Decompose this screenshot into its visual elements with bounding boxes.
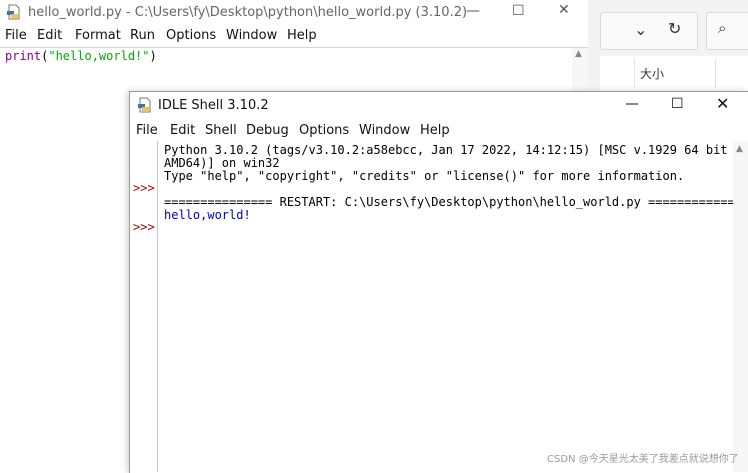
minimize-icon[interactable]: —	[466, 3, 480, 19]
explorer-search-box[interactable]	[706, 12, 748, 50]
paren-token: )	[149, 49, 157, 63]
menu-window[interactable]: Window	[226, 28, 277, 43]
string-token: "hello,world!"	[48, 49, 150, 63]
shell-line: Python 3.10.2 (tags/v3.10.2:a58ebcc, Jan…	[164, 143, 742, 157]
close-icon[interactable]: ✕	[716, 94, 729, 113]
shell-line: Type "help", "copyright", "credits" or "…	[164, 169, 685, 183]
scroll-up-arrow-icon[interactable]: ▲	[736, 144, 743, 154]
menu-file[interactable]: File	[5, 28, 27, 43]
menu-help[interactable]: Help	[420, 123, 450, 138]
close-icon[interactable]: ✕	[558, 2, 570, 18]
explorer-address-bar[interactable]	[600, 12, 698, 50]
menu-shell[interactable]: Shell	[205, 123, 237, 138]
menu-options[interactable]: Options	[299, 123, 349, 138]
menu-edit[interactable]: Edit	[37, 28, 62, 43]
prompt-gutter: >>> >>>	[130, 141, 158, 472]
menu-divider	[0, 47, 588, 48]
refresh-icon[interactable]: ↻	[668, 19, 681, 38]
python-shell-icon	[138, 97, 151, 113]
python-file-icon	[7, 4, 20, 20]
menu-format[interactable]: Format	[75, 28, 121, 43]
prompt-marker: >>>	[133, 220, 155, 234]
editor-title: hello_world.py - C:\Users\fy\Desktop\pyt…	[28, 5, 468, 20]
shell-menu-bar: File Edit Shell Debug Options Window Hel…	[130, 121, 748, 141]
scroll-up-arrow-icon[interactable]: ▲	[575, 49, 582, 59]
shell-line: AMD64)] on win32	[164, 156, 280, 170]
shell-output-area[interactable]: Python 3.10.2 (tags/v3.10.2:a58ebcc, Jan…	[162, 141, 748, 472]
menu-run[interactable]: Run	[130, 28, 155, 43]
menu-help[interactable]: Help	[287, 28, 317, 43]
prompt-marker: >>>	[133, 181, 155, 195]
maximize-icon[interactable]: ☐	[512, 3, 525, 19]
watermark: CSDN @今天星光太美了我差点就说想你了	[547, 454, 739, 465]
column-header-size-label: 大小	[640, 67, 665, 81]
minimize-icon[interactable]: —	[625, 96, 639, 112]
menu-edit[interactable]: Edit	[170, 123, 195, 138]
menu-options[interactable]: Options	[166, 28, 216, 43]
editor-menu-bar: File Edit Format Run Options Window Help	[0, 26, 588, 47]
shell-scrollbar[interactable]	[733, 141, 748, 472]
maximize-icon[interactable]: ☐	[671, 96, 684, 112]
shell-title: IDLE Shell 3.10.2	[158, 98, 269, 113]
code-line[interactable]: print("hello,world!")	[5, 49, 157, 63]
menu-file[interactable]: File	[136, 123, 158, 138]
program-output: hello,world!	[164, 208, 251, 222]
menu-window[interactable]: Window	[359, 123, 410, 138]
restart-line: =============== RESTART: C:\Users\fy\Des…	[164, 195, 748, 209]
search-icon[interactable]: ⌕	[718, 19, 726, 37]
builtin-token: print	[5, 49, 42, 63]
menu-debug[interactable]: Debug	[246, 123, 289, 138]
chevron-down-icon[interactable]: ⌄	[634, 20, 647, 39]
